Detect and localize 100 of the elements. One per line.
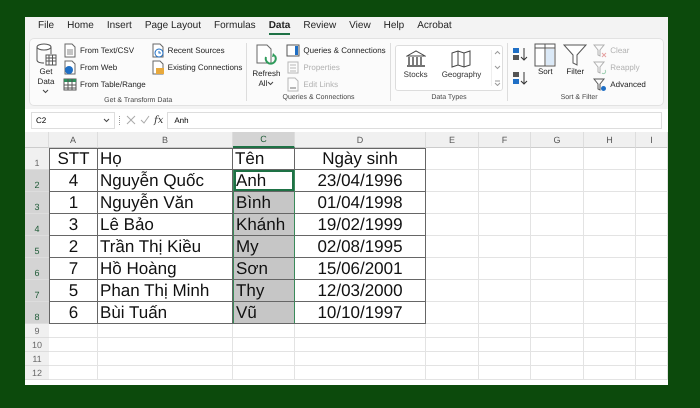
name-box[interactable]: C2	[31, 112, 115, 128]
empty-cell[interactable]	[584, 324, 636, 338]
row-header[interactable]: 3	[25, 192, 49, 214]
empty-cell[interactable]	[479, 366, 531, 380]
ribbon-button[interactable]: From Web	[63, 60, 146, 75]
column-header[interactable]: D	[295, 132, 426, 148]
table-cell[interactable]: 15/06/2001	[295, 258, 426, 280]
empty-cell[interactable]	[98, 366, 233, 380]
empty-cell[interactable]	[636, 280, 668, 302]
column-header[interactable]: A	[49, 132, 98, 148]
table-cell[interactable]: 1	[49, 192, 98, 214]
empty-cell[interactable]	[584, 302, 636, 324]
column-header[interactable]: E	[426, 132, 479, 148]
row-header[interactable]: 9	[25, 324, 49, 338]
table-cell[interactable]: 4	[49, 170, 98, 192]
empty-cell[interactable]	[584, 338, 636, 352]
empty-cell[interactable]	[426, 302, 479, 324]
row-header[interactable]: 10	[25, 338, 49, 352]
table-cell[interactable]: 2	[49, 236, 98, 258]
empty-cell[interactable]	[426, 258, 479, 280]
row-header[interactable]: 2	[25, 170, 49, 192]
empty-cell[interactable]	[479, 338, 531, 352]
formula-input[interactable]: Anh	[167, 112, 662, 128]
empty-cell[interactable]	[426, 352, 479, 366]
table-cell[interactable]: 12/03/2000	[295, 280, 426, 302]
empty-cell[interactable]	[233, 324, 295, 338]
empty-cell[interactable]	[636, 352, 668, 366]
ribbon-button[interactable]: Recent Sources	[150, 43, 242, 58]
empty-cell[interactable]	[426, 338, 479, 352]
empty-cell[interactable]	[426, 236, 479, 258]
row-header[interactable]: 5	[25, 236, 49, 258]
ribbon-button[interactable]: From Text/CSV	[63, 43, 146, 58]
empty-cell[interactable]	[636, 258, 668, 280]
empty-cell[interactable]	[98, 338, 233, 352]
empty-cell[interactable]	[636, 366, 668, 380]
ribbon-button[interactable]: Refresh All	[251, 43, 282, 89]
empty-cell[interactable]	[295, 338, 426, 352]
empty-cell[interactable]	[636, 192, 668, 214]
empty-cell[interactable]	[636, 324, 668, 338]
ribbon-button[interactable]: Queries & Connections	[286, 43, 386, 58]
empty-cell[interactable]	[233, 366, 295, 380]
empty-cell[interactable]	[584, 192, 636, 214]
table-cell[interactable]: 19/02/1999	[295, 214, 426, 236]
ribbon-tab[interactable]: Formulas	[214, 19, 256, 35]
insert-function-button[interactable]: fx	[154, 114, 164, 126]
empty-cell[interactable]	[479, 214, 531, 236]
empty-cell[interactable]	[295, 366, 426, 380]
empty-cell[interactable]	[636, 170, 668, 192]
row-header[interactable]: 1	[25, 148, 49, 170]
empty-cell[interactable]	[531, 366, 584, 380]
table-cell[interactable]: STT	[49, 148, 98, 170]
column-header[interactable]: H	[584, 132, 636, 148]
empty-cell[interactable]	[426, 192, 479, 214]
table-cell[interactable]: 6	[49, 302, 98, 324]
empty-cell[interactable]	[233, 338, 295, 352]
empty-cell[interactable]	[426, 170, 479, 192]
column-header[interactable]: I	[636, 132, 668, 148]
empty-cell[interactable]	[479, 170, 531, 192]
empty-cell[interactable]	[479, 148, 531, 170]
empty-cell[interactable]	[584, 352, 636, 366]
empty-cell[interactable]	[636, 148, 668, 170]
table-cell[interactable]: Ngày sinh	[295, 148, 426, 170]
empty-cell[interactable]	[479, 280, 531, 302]
empty-cell[interactable]	[531, 214, 584, 236]
empty-cell[interactable]	[584, 258, 636, 280]
table-cell[interactable]: Khánh	[233, 214, 295, 236]
empty-cell[interactable]	[636, 338, 668, 352]
table-cell[interactable]: Anh	[233, 170, 295, 192]
empty-cell[interactable]	[531, 258, 584, 280]
ribbon-tab[interactable]: File	[38, 19, 54, 35]
ribbon-tab[interactable]: Review	[303, 19, 336, 35]
ribbon-button[interactable]: Get Data	[34, 43, 58, 97]
ribbon-button[interactable]: Existing Connections	[150, 60, 242, 75]
ribbon-button[interactable]: From Table/Range	[63, 77, 146, 92]
empty-cell[interactable]	[531, 170, 584, 192]
empty-cell[interactable]	[426, 214, 479, 236]
column-header[interactable]: G	[531, 132, 584, 148]
empty-cell[interactable]	[426, 366, 479, 380]
empty-cell[interactable]	[636, 302, 668, 324]
empty-cell[interactable]	[479, 236, 531, 258]
empty-cell[interactable]	[426, 280, 479, 302]
empty-cell[interactable]	[636, 214, 668, 236]
table-cell[interactable]: 23/04/1996	[295, 170, 426, 192]
empty-cell[interactable]	[531, 352, 584, 366]
row-header[interactable]: 7	[25, 280, 49, 302]
empty-cell[interactable]	[584, 148, 636, 170]
table-cell[interactable]: Thy	[233, 280, 295, 302]
table-cell[interactable]: Sơn	[233, 258, 295, 280]
table-cell[interactable]: 10/10/1997	[295, 302, 426, 324]
empty-cell[interactable]	[479, 258, 531, 280]
empty-cell[interactable]	[479, 302, 531, 324]
table-cell[interactable]: 02/08/1995	[295, 236, 426, 258]
empty-cell[interactable]	[531, 324, 584, 338]
ribbon-tab[interactable]: Help	[384, 19, 404, 35]
ribbon-tab[interactable]: Home	[67, 19, 94, 35]
row-header[interactable]: 6	[25, 258, 49, 280]
empty-cell[interactable]	[479, 352, 531, 366]
select-all-corner[interactable]	[25, 132, 49, 148]
empty-cell[interactable]	[531, 280, 584, 302]
empty-cell[interactable]	[479, 192, 531, 214]
